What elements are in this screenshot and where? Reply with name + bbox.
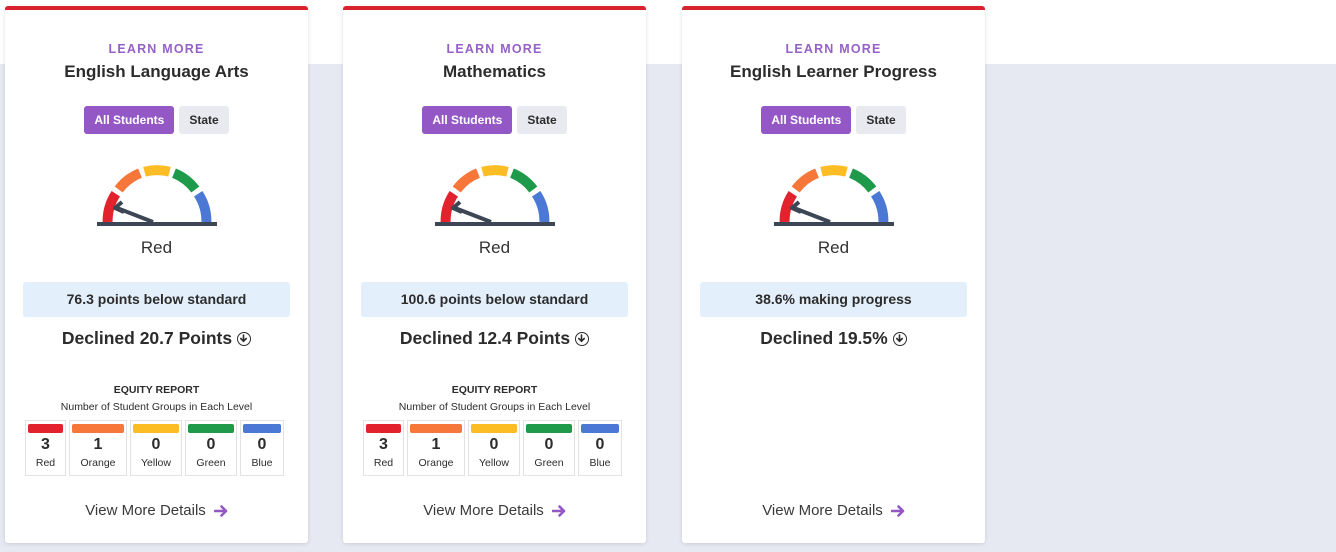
level-green: 0 Green	[523, 420, 575, 476]
change-text: Declined 20.7 Points	[61, 328, 233, 348]
card-title: Mathematics	[443, 62, 546, 81]
level-name: Red	[35, 457, 56, 469]
change-text: Declined 12.4 Points	[399, 328, 571, 348]
performance-gauge-icon	[434, 165, 555, 226]
performance-level-label: Red	[140, 238, 173, 257]
status-box: 100.6 points below standard	[361, 282, 628, 317]
level-blue: 0 Blue	[240, 420, 284, 476]
card-title: English Language Arts	[64, 62, 249, 81]
level-color-bar	[526, 424, 572, 433]
view-more-details-link[interactable]: View More Details	[682, 502, 985, 519]
level-color-bar	[72, 424, 124, 433]
state-button[interactable]: State	[856, 106, 906, 134]
card-mathematics: LEARN MORE Mathematics All Students Stat…	[343, 6, 646, 543]
card-english-language-arts: LEARN MORE English Language Arts All Stu…	[5, 6, 308, 543]
level-count: 3	[41, 436, 50, 453]
level-color-bar	[581, 424, 619, 433]
level-color-bar	[243, 424, 281, 433]
arrow-circle-down-icon	[237, 331, 252, 346]
all-students-button[interactable]: All Students	[84, 106, 175, 134]
level-red: 3 Red	[363, 420, 404, 476]
arrow-right-icon	[213, 504, 228, 517]
level-orange: 1 Orange	[69, 420, 127, 476]
level-name: Blue	[251, 457, 273, 469]
level-color-bar	[410, 424, 462, 433]
arrow-right-icon	[551, 504, 566, 517]
level-name: Green	[534, 457, 564, 469]
all-students-button[interactable]: All Students	[422, 106, 513, 134]
level-color-bar	[471, 424, 517, 433]
status-box: 76.3 points below standard	[23, 282, 290, 317]
level-color-bar	[366, 424, 401, 433]
learn-more-link[interactable]: LEARN MORE	[5, 42, 308, 56]
level-color-bar	[28, 424, 63, 433]
level-orange: 1 Orange	[407, 420, 465, 476]
level-name: Green	[196, 457, 226, 469]
level-name: Red	[373, 457, 394, 469]
level-blue: 0 Blue	[578, 420, 622, 476]
learn-more-link[interactable]: LEARN MORE	[682, 42, 985, 56]
change-indicator: Declined 12.4 Points	[343, 328, 646, 349]
level-count: 0	[489, 436, 499, 453]
performance-level-label: Red	[478, 238, 511, 257]
level-yellow: 0 Yellow	[468, 420, 520, 476]
view-more-label: View More Details	[423, 502, 544, 519]
level-name: Yellow	[479, 457, 509, 469]
level-count: 1	[93, 436, 103, 453]
level-name: Blue	[589, 457, 611, 469]
change-text: Declined 19.5%	[760, 328, 888, 348]
learn-more-link[interactable]: LEARN MORE	[343, 42, 646, 56]
level-count: 0	[206, 436, 216, 453]
level-name: Yellow	[141, 457, 171, 469]
view-more-label: View More Details	[762, 502, 883, 519]
level-name: Orange	[418, 457, 454, 469]
level-color-bar	[188, 424, 234, 433]
change-indicator: Declined 20.7 Points	[5, 328, 308, 349]
equity-report-subtitle: Number of Student Groups in Each Level	[398, 401, 591, 413]
equity-report-title: EQUITY REPORT	[113, 384, 200, 396]
level-green: 0 Green	[185, 420, 237, 476]
equity-levels: 3 Red 1 Orange 0 Yellow 0 Green 0 Blue	[25, 420, 284, 476]
state-button[interactable]: State	[179, 106, 229, 134]
equity-report-subtitle: Number of Student Groups in Each Level	[60, 401, 253, 413]
arrow-circle-down-icon	[575, 331, 590, 346]
state-button[interactable]: State	[517, 106, 567, 134]
level-count: 0	[595, 436, 605, 453]
level-count: 0	[151, 436, 161, 453]
arrow-circle-down-icon	[892, 331, 907, 346]
card-english-learner-progress: LEARN MORE English Learner Progress All …	[682, 6, 985, 543]
level-count: 3	[379, 436, 388, 453]
performance-gauge-icon	[773, 165, 894, 226]
arrow-right-icon	[890, 504, 905, 517]
performance-level-label: Red	[817, 238, 850, 257]
status-box: 38.6% making progress	[700, 282, 967, 317]
student-group-toggle: All Students State	[682, 106, 985, 134]
change-indicator: Declined 19.5%	[682, 328, 985, 349]
performance-gauge-icon	[96, 165, 217, 226]
level-color-bar	[133, 424, 179, 433]
equity-report-title: EQUITY REPORT	[451, 384, 538, 396]
level-red: 3 Red	[25, 420, 66, 476]
view-more-details-link[interactable]: View More Details	[343, 502, 646, 519]
equity-levels: 3 Red 1 Orange 0 Yellow 0 Green 0 Blue	[363, 420, 622, 476]
student-group-toggle: All Students State	[5, 106, 308, 134]
student-group-toggle: All Students State	[343, 106, 646, 134]
level-count: 0	[257, 436, 267, 453]
level-name: Orange	[80, 457, 116, 469]
all-students-button[interactable]: All Students	[761, 106, 852, 134]
level-count: 1	[431, 436, 441, 453]
view-more-details-link[interactable]: View More Details	[5, 502, 308, 519]
card-title: English Learner Progress	[730, 62, 937, 81]
view-more-label: View More Details	[85, 502, 206, 519]
level-yellow: 0 Yellow	[130, 420, 182, 476]
level-count: 0	[544, 436, 554, 453]
